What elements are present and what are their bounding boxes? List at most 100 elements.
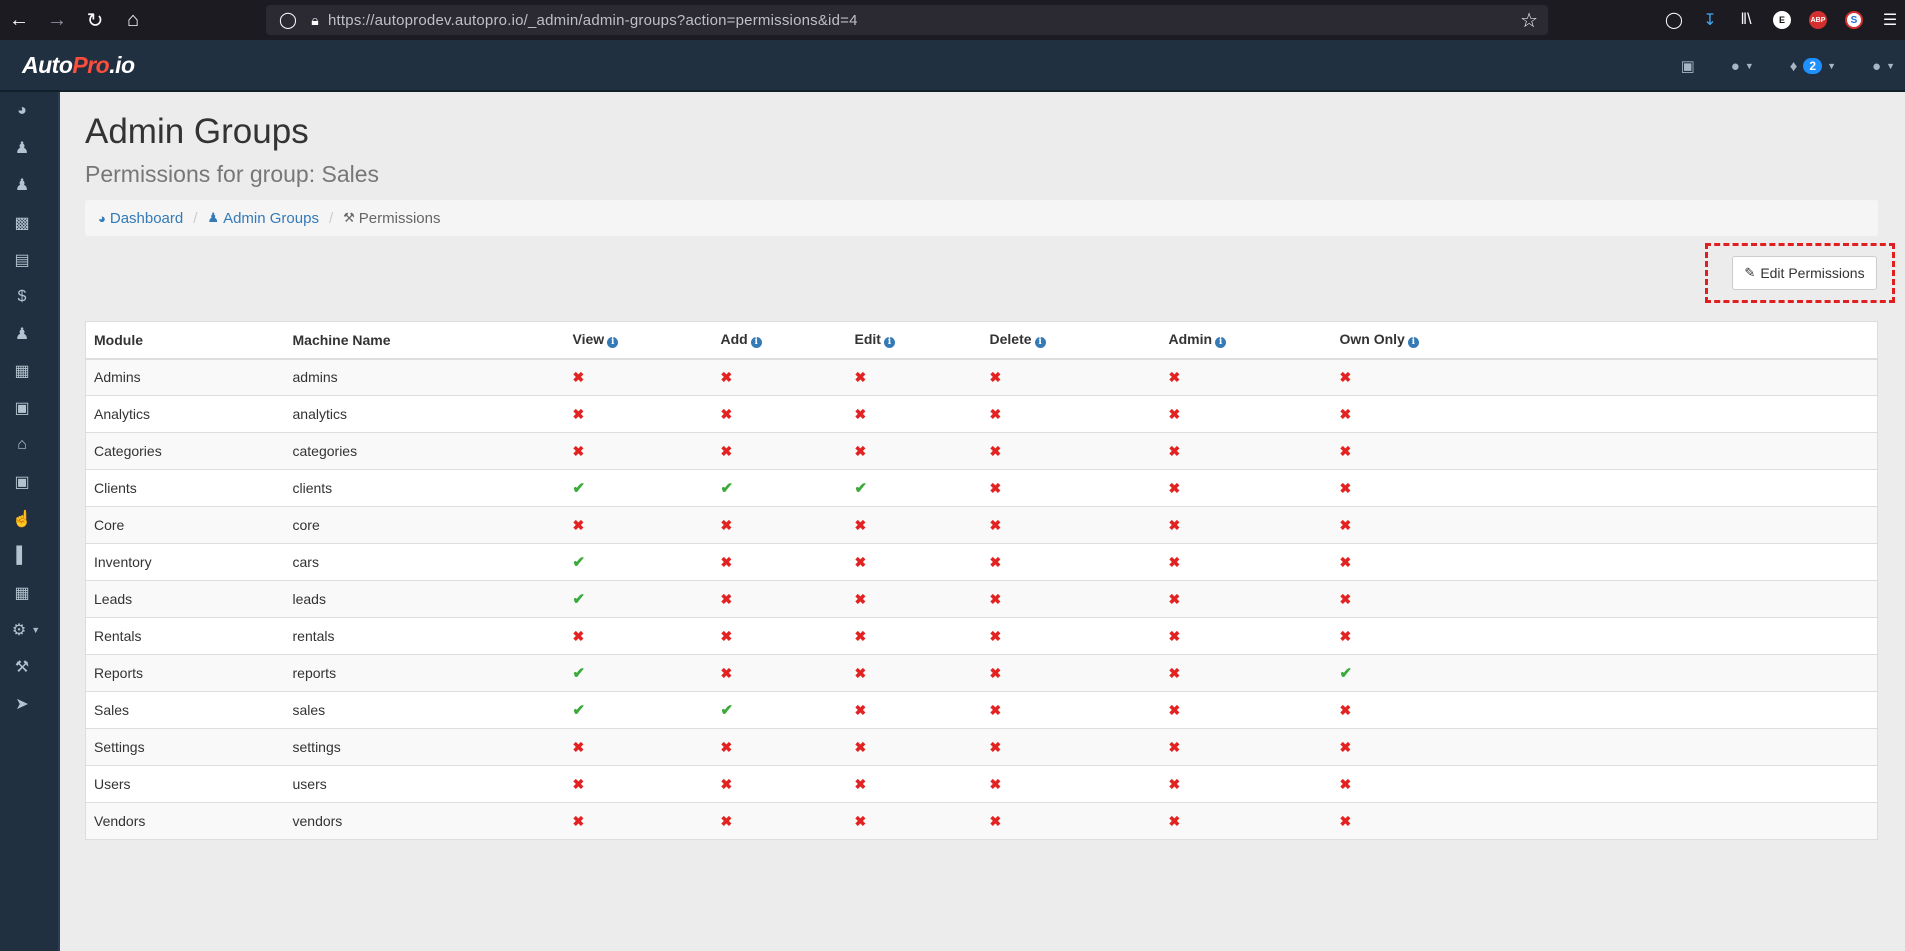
permission-cell: ✔ (712, 469, 847, 507)
clients-icon[interactable]: ♟ (0, 319, 44, 349)
breadcrumb-current: ⚒ Permissions (343, 210, 440, 227)
module-cell: Sales (85, 691, 285, 729)
cross-icon: ✖ (1168, 701, 1181, 718)
calendar-icon[interactable]: ▦ (0, 356, 44, 386)
permission-cell: ✔ (564, 580, 713, 618)
users-icon[interactable]: ♟ (0, 170, 44, 200)
permission-cell: ✖ (1160, 654, 1332, 692)
monitor-icon[interactable]: ▣ (1681, 57, 1695, 75)
cross-icon: ✖ (572, 516, 585, 533)
dollar-icon[interactable]: $ (0, 282, 44, 312)
permission-cell: ✖ (981, 617, 1161, 655)
cross-icon: ✖ (1339, 368, 1352, 385)
cross-icon: ✖ (572, 812, 585, 829)
permission-cell: ✖ (564, 358, 713, 396)
download-icon[interactable]: ↧ (1695, 0, 1725, 40)
user-menu-dropdown[interactable]: ● ▼ (1872, 58, 1895, 75)
permission-cell: ✖ (1331, 580, 1878, 618)
groups-icon[interactable]: ♟ (0, 133, 44, 163)
machine-name-cell: categories (284, 432, 565, 470)
module-cell: Reports (85, 654, 285, 692)
bar-chart-icon[interactable]: ▌ (0, 541, 44, 571)
cross-icon: ✖ (1168, 775, 1181, 792)
permission-cell: ✖ (564, 728, 713, 766)
lock-icon[interactable]: 🔒︎ (302, 12, 328, 29)
cross-icon: ✖ (1168, 405, 1181, 422)
permission-cell: ✖ (1160, 691, 1332, 729)
cross-icon: ✖ (1339, 553, 1352, 570)
permission-cell: ✖ (712, 432, 847, 470)
column-header-label: Module (94, 331, 143, 348)
permission-cell: ✖ (846, 432, 982, 470)
cross-icon: ✖ (1168, 738, 1181, 755)
edit-permissions-button[interactable]: ✎ Edit Permissions (1732, 256, 1877, 290)
id-card-icon[interactable]: ▤ (0, 245, 44, 275)
permission-cell: ✖ (712, 765, 847, 803)
dashboard-icon[interactable]: ◕ (0, 96, 44, 126)
info-icon[interactable]: i (1215, 337, 1227, 349)
permission-cell: ✖ (981, 691, 1161, 729)
permission-cell: ✖ (1160, 728, 1332, 766)
cash-icon[interactable]: ▣ (0, 467, 44, 497)
money-icon[interactable]: ▣ (0, 393, 44, 423)
permission-cell: ✖ (1331, 432, 1878, 470)
breadcrumb-admin-groups[interactable]: ♟ Admin Groups (207, 210, 319, 227)
menu-icon[interactable]: ☰ (1875, 0, 1905, 40)
info-icon[interactable]: i (1034, 337, 1046, 349)
cross-icon: ✖ (854, 775, 867, 792)
library-icon[interactable]: ‖\ (1731, 0, 1761, 40)
permission-cell: ✖ (846, 802, 982, 840)
module-cell: Analytics (85, 395, 285, 433)
permission-cell: ✔ (712, 691, 847, 729)
settings-menu[interactable]: ⚙ ▼ (0, 615, 52, 645)
cross-icon: ✖ (720, 775, 733, 792)
thumbs-up-icon[interactable]: ☝ (0, 504, 44, 534)
breadcrumb-dashboard[interactable]: ◕ Dashboard (98, 210, 183, 227)
info-icon[interactable]: i (607, 337, 619, 349)
permission-cell: ✖ (846, 765, 982, 803)
bank-icon[interactable]: ⌂ (0, 430, 44, 460)
permission-cell: ✔ (846, 469, 982, 507)
module-cell: Core (85, 506, 285, 544)
permission-cell: ✖ (1160, 432, 1332, 470)
permission-cell: ✖ (981, 765, 1161, 803)
info-icon[interactable]: i (1407, 337, 1419, 349)
module-cell: Clients (85, 469, 285, 507)
info-icon[interactable]: i (750, 337, 762, 349)
permission-cell: ✖ (1331, 691, 1878, 729)
permission-cell: ✖ (981, 802, 1161, 840)
info-icon[interactable]: i (883, 337, 895, 349)
address-bar[interactable]: ◯ 🔒︎ https://autoprodev.autopro.io/_admi… (266, 5, 1548, 35)
extension-e-icon[interactable]: E (1767, 0, 1797, 40)
url-text[interactable]: https://autoprodev.autopro.io/_admin/adm… (328, 12, 858, 29)
autopro-logo[interactable]: AutoPro.io (22, 52, 135, 79)
bookmark-star-icon[interactable]: ☆ (1520, 8, 1538, 33)
wrench-icon[interactable]: ⚒ (0, 652, 44, 682)
permission-cell: ✖ (1160, 395, 1332, 433)
shield-icon[interactable]: ◯ (274, 10, 302, 30)
cross-icon: ✖ (1168, 590, 1181, 607)
cross-icon: ✖ (720, 738, 733, 755)
permission-cell: ✖ (846, 395, 982, 433)
reload-icon[interactable]: ↻ (76, 0, 114, 40)
cross-icon: ✖ (989, 627, 1002, 644)
permission-cell: ✖ (564, 506, 713, 544)
table-icon[interactable]: ▦ (0, 578, 44, 608)
cross-icon: ✖ (720, 405, 733, 422)
permission-cell: ✔ (564, 654, 713, 692)
adblock-icon[interactable]: ABP (1803, 0, 1833, 40)
car-icon[interactable]: ▩ (0, 208, 44, 238)
back-icon[interactable]: ← (0, 0, 38, 40)
forward-icon[interactable]: → (38, 0, 76, 40)
cross-icon: ✖ (989, 775, 1002, 792)
pocket-icon[interactable]: ◯ (1659, 0, 1689, 40)
notifications-dropdown[interactable]: ♦ 2 ▼ (1790, 58, 1836, 75)
home-icon[interactable]: ⌂ (114, 0, 152, 40)
messages-dropdown[interactable]: ● ▼ (1731, 58, 1754, 75)
rocket-icon[interactable]: ➤ (0, 689, 44, 719)
breadcrumb-current-label: Permissions (358, 209, 441, 227)
extension-s-icon[interactable]: S (1839, 0, 1869, 40)
pencil-icon: ✎ (1744, 265, 1756, 280)
column-header-label: Admin (1168, 331, 1213, 348)
permission-cell: ✖ (981, 506, 1161, 544)
